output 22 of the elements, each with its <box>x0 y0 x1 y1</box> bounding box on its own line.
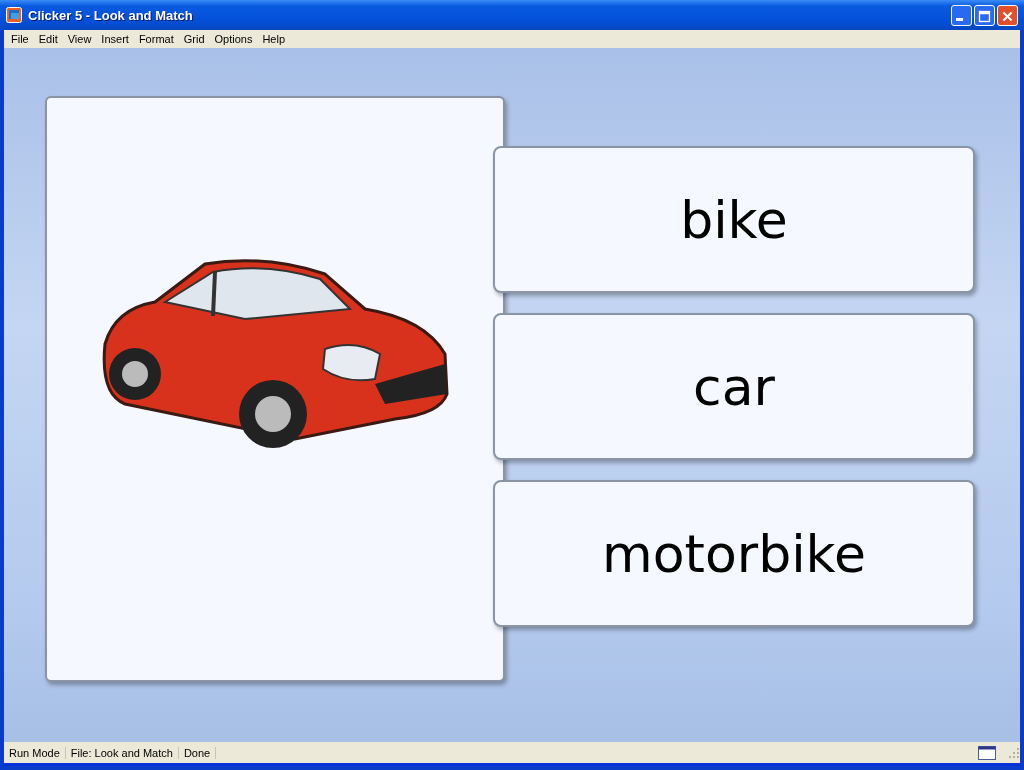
maximize-button[interactable] <box>974 4 995 26</box>
menu-item[interactable]: Insert <box>96 33 134 45</box>
resize-grip-icon <box>1008 746 1020 759</box>
status-field: Done <box>178 746 217 759</box>
menu-item[interactable]: Edit <box>33 33 63 45</box>
menu-item[interactable]: Format <box>133 33 179 45</box>
menu-item[interactable]: File <box>6 33 34 45</box>
status-field: File: Look and Match <box>65 746 179 759</box>
word-card[interactable]: bike <box>493 146 975 293</box>
menu-item[interactable]: Help <box>257 33 291 45</box>
status-field: Run Mode <box>4 746 66 759</box>
word-card[interactable]: motorbike <box>493 480 975 627</box>
close-button[interactable] <box>997 4 1018 26</box>
word-card[interactable]: car <box>493 313 975 460</box>
window-icon <box>978 745 996 760</box>
menu-item[interactable]: Options <box>209 33 258 45</box>
menu-item[interactable]: View <box>62 33 97 45</box>
window-title: Clicker 5 - Look and Match <box>28 7 194 23</box>
minimize-button[interactable] <box>951 4 972 26</box>
menu-item[interactable]: Grid <box>178 33 210 45</box>
app-icon <box>6 7 22 23</box>
minimize-icon <box>956 17 963 21</box>
